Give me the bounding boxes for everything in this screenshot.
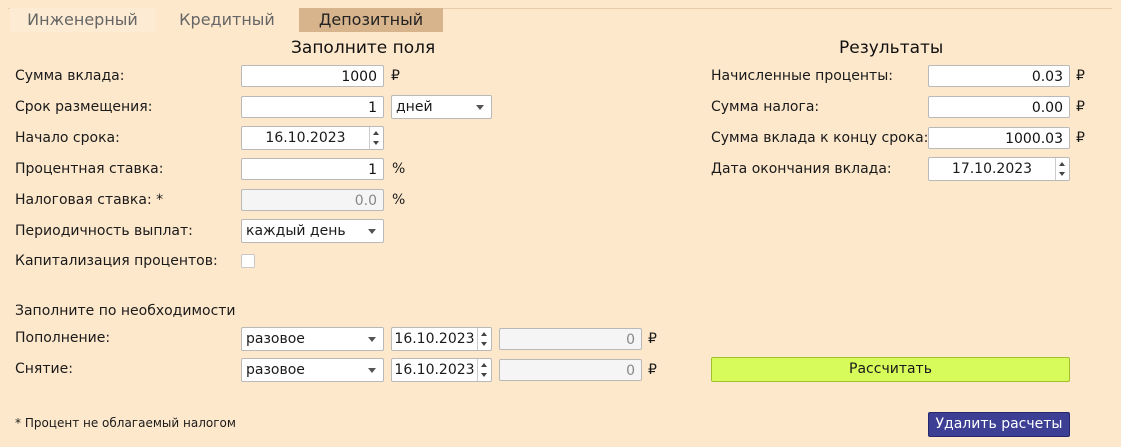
start-date-label: Начало срока:	[15, 130, 120, 146]
tax-rate-unit: %	[392, 192, 406, 208]
tab-engineering[interactable]: Инженерный	[10, 8, 155, 32]
final-amount-unit: ₽	[1076, 130, 1085, 146]
topup-date-value: 16.10.2023	[394, 331, 475, 347]
spinner-icon[interactable]	[477, 328, 491, 350]
topup-amount-input[interactable]: 0	[499, 328, 642, 350]
end-date-value: 17.10.2023	[951, 161, 1033, 177]
capitalization-checkbox[interactable]	[241, 254, 255, 268]
start-date-value: 16.10.2023	[265, 130, 346, 146]
tax-amount-unit: ₽	[1076, 99, 1085, 115]
spinner-icon[interactable]	[369, 127, 383, 149]
interest-rate-input[interactable]: 1	[241, 158, 384, 180]
tax-rate-label: Налоговая ставка: *	[15, 192, 164, 208]
accrued-interest-unit: ₽	[1076, 68, 1085, 84]
payout-frequency-select[interactable]: каждый день	[241, 219, 384, 243]
tax-amount-label: Сумма налога:	[711, 99, 820, 115]
interest-rate-unit: %	[392, 161, 406, 177]
withdrawal-date-picker[interactable]: 16.10.2023	[391, 358, 492, 382]
term-unit-value: дней	[396, 99, 433, 115]
spinner-icon[interactable]	[1055, 158, 1069, 180]
chevron-down-icon	[368, 337, 376, 342]
accrued-interest-label: Начисленные проценты:	[711, 68, 893, 84]
topup-date-picker[interactable]: 16.10.2023	[391, 327, 492, 351]
chevron-down-icon	[368, 368, 376, 373]
spinner-icon[interactable]	[477, 359, 491, 381]
withdrawal-amount-unit: ₽	[648, 362, 657, 378]
capitalization-label: Капитализация процентов:	[15, 253, 218, 269]
interest-rate-label: Процентная ставка:	[15, 161, 164, 177]
deposit-amount-label: Сумма вклада:	[15, 68, 125, 84]
end-date-label: Дата окончания вклада:	[711, 161, 892, 177]
tax-amount-output: 0.00	[928, 96, 1070, 118]
withdrawal-type-select[interactable]: разовое	[241, 358, 384, 382]
results-heading: Результаты	[839, 38, 944, 58]
withdrawal-type-value: разовое	[246, 362, 305, 378]
footnote: * Процент не облагаемый налогом	[15, 416, 236, 430]
topup-type-select[interactable]: разовое	[241, 327, 384, 351]
payout-frequency-label: Периодичность выплат:	[15, 223, 193, 239]
end-date-picker[interactable]: 17.10.2023	[928, 157, 1070, 181]
chevron-down-icon	[368, 229, 376, 234]
term-input[interactable]: 1	[241, 96, 384, 118]
withdrawal-amount-input[interactable]: 0	[499, 359, 642, 381]
accrued-interest-output: 0.03	[928, 65, 1070, 87]
topup-type-value: разовое	[246, 331, 305, 347]
withdrawal-label: Снятие:	[15, 361, 73, 377]
tax-rate-input[interactable]: 0.0	[241, 189, 384, 211]
final-amount-label: Сумма вклада к концу срока:	[711, 130, 929, 146]
term-label: Срок размещения:	[15, 99, 153, 115]
tab-deposit[interactable]: Депозитный	[299, 8, 443, 32]
start-date-picker[interactable]: 16.10.2023	[241, 126, 384, 150]
deposit-amount-input[interactable]: 1000	[241, 65, 384, 87]
form-heading: Заполните поля	[291, 38, 436, 58]
topup-label: Пополнение:	[15, 330, 111, 346]
final-amount-output: 1000.03	[928, 127, 1070, 149]
tab-credit[interactable]: Кредитный	[155, 8, 299, 32]
deposit-amount-unit: ₽	[391, 68, 400, 84]
term-unit-select[interactable]: дней	[391, 95, 492, 119]
chevron-down-icon	[476, 105, 484, 110]
payout-frequency-value: каждый день	[246, 223, 346, 239]
topup-amount-unit: ₽	[648, 331, 657, 347]
optional-heading: Заполните по необходимости	[15, 303, 236, 319]
withdrawal-date-value: 16.10.2023	[394, 362, 475, 378]
delete-calculations-button[interactable]: Удалить расчеты	[928, 412, 1070, 437]
calculate-button[interactable]: Рассчитать	[711, 357, 1070, 382]
tab-bar: Инженерный Кредитный Депозитный	[10, 8, 443, 32]
